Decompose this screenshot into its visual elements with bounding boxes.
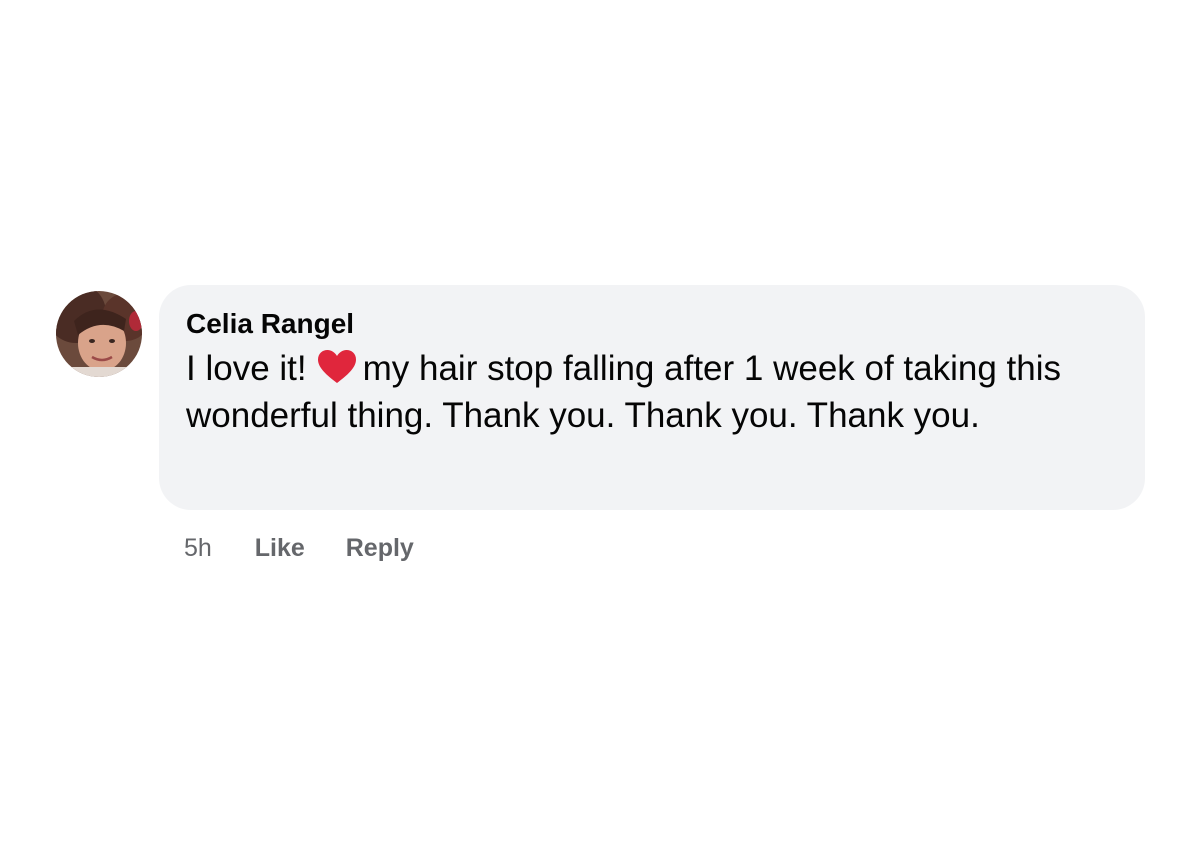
comment-bubble: Celia Rangel I love it! my hair stop fall…: [159, 285, 1145, 510]
comment-text-start: I love it!: [186, 349, 307, 388]
comment-text: I love it! my hair stop falling after 1 w…: [186, 345, 1105, 439]
like-button[interactable]: Like: [255, 534, 305, 562]
comment-timestamp[interactable]: 5h: [184, 534, 212, 562]
reply-button[interactable]: Reply: [346, 534, 414, 562]
avatar[interactable]: [56, 291, 142, 377]
red-heart-icon: [317, 349, 357, 385]
comment-author[interactable]: Celia Rangel: [186, 307, 1105, 341]
comment-actions: 5h Like Reply: [184, 533, 448, 563]
